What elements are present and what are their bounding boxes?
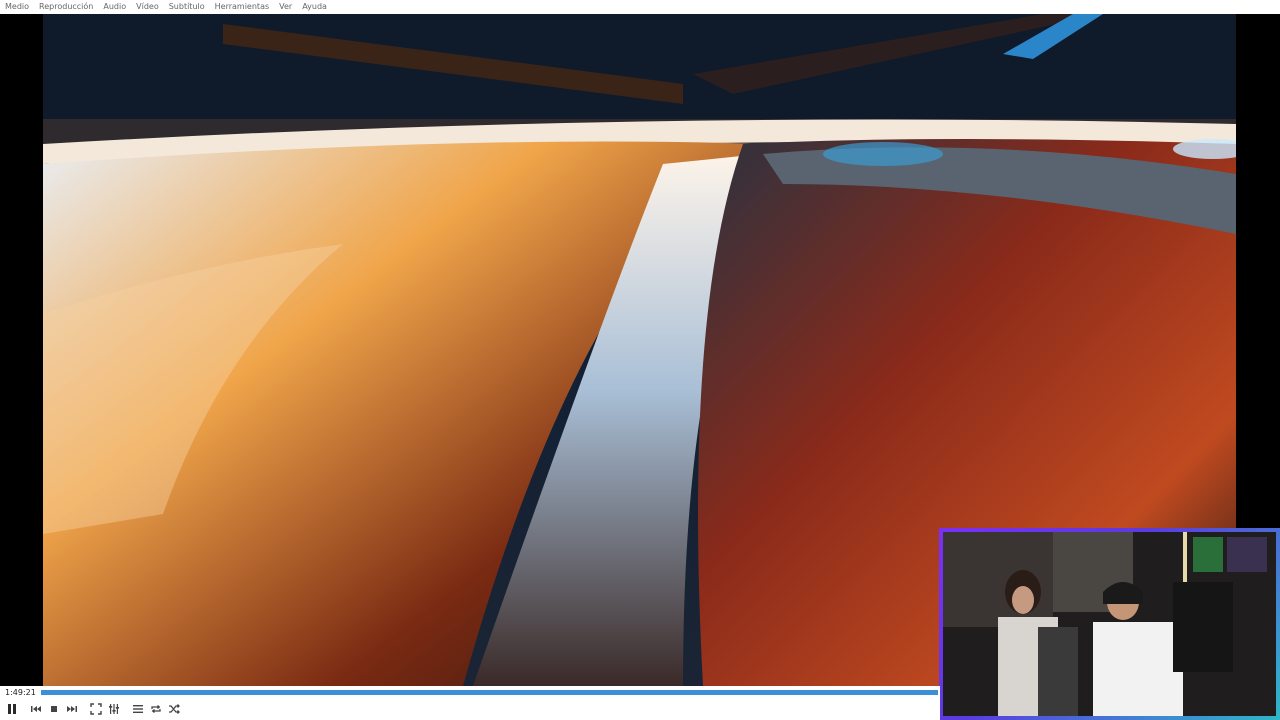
fullscreen-button[interactable] <box>88 701 104 717</box>
menu-item-reproduccion[interactable]: Reproducción <box>34 0 98 14</box>
pause-button[interactable] <box>4 701 20 717</box>
playlist-button[interactable] <box>130 701 146 717</box>
previous-icon <box>31 706 41 712</box>
loop-icon <box>151 705 161 713</box>
shuffle-icon <box>169 704 180 714</box>
extended-settings-button[interactable] <box>106 701 122 717</box>
next-icon <box>67 706 77 712</box>
menu-item-ayuda[interactable]: Ayuda <box>297 0 332 14</box>
menu-item-audio[interactable]: Audio <box>98 0 131 14</box>
fullscreen-icon <box>90 703 102 715</box>
stop-button[interactable] <box>46 701 62 717</box>
loop-button[interactable] <box>148 701 164 717</box>
menu-bar: Medio Reproducción Audio Vídeo Subtítulo… <box>0 0 1280 14</box>
menu-item-medio[interactable]: Medio <box>0 0 34 14</box>
progress-fill <box>41 689 938 695</box>
menu-item-herramientas[interactable]: Herramientas <box>210 0 275 14</box>
webcam-feed <box>943 532 1276 716</box>
menu-item-video[interactable]: Vídeo <box>131 0 164 14</box>
playback-controls <box>0 698 940 720</box>
menu-item-subtitulo[interactable]: Subtítulo <box>164 0 210 14</box>
seek-bar: 1:49:21 <box>0 686 940 698</box>
stop-icon <box>51 706 57 712</box>
extended-settings-icon <box>109 704 119 714</box>
next-button[interactable] <box>64 701 80 717</box>
elapsed-time: 1:49:21 <box>5 687 36 697</box>
pause-icon <box>8 704 16 714</box>
webcam-overlay <box>939 528 1280 720</box>
previous-button[interactable] <box>28 701 44 717</box>
shuffle-button[interactable] <box>166 701 182 717</box>
playlist-icon <box>133 705 143 713</box>
webcam-image <box>943 532 1276 716</box>
menu-item-ver[interactable]: Ver <box>274 0 297 14</box>
progress-slider[interactable] <box>41 689 938 695</box>
